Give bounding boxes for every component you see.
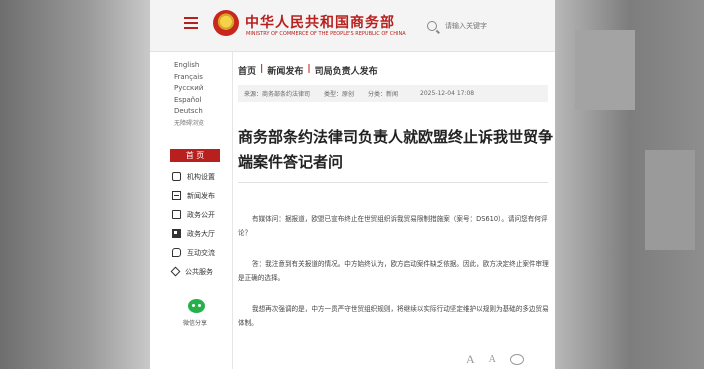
breadcrumb-home[interactable]: 首页	[238, 64, 256, 77]
breadcrumb-separator: |	[260, 64, 264, 74]
article-meta-bar: 来源：商务部条约法律司 类型：原创 分类：新闻 2025-12-04 17:08	[238, 85, 548, 102]
sidebar-item-label: 机构设置	[187, 172, 215, 181]
news-icon	[172, 191, 181, 200]
article-title: 商务部条约法律司负责人就欧盟终止诉我世贸争端案件答记者问	[238, 128, 554, 171]
national-emblem-logo	[213, 10, 239, 36]
sidebar-divider	[232, 52, 233, 369]
search-icon[interactable]	[427, 21, 437, 31]
sidebar-item-public-service[interactable]: 公共服务	[170, 262, 215, 281]
wechat-icon[interactable]	[188, 299, 205, 313]
gov-icon	[172, 210, 181, 219]
search-input[interactable]	[445, 22, 545, 30]
font-decrease-button[interactable]: A	[489, 354, 496, 365]
article-source: 来源：商务部条约法律司	[244, 91, 311, 98]
background-left	[0, 0, 150, 369]
article-category: 分类：新闻	[368, 91, 399, 98]
sidebar-nav: 机构设置 新闻发布 政务公开 政务大厅 互动交流 公共服务	[170, 167, 215, 281]
breadcrumb: 首页 | 新闻发布 | 司局负责人发布	[238, 64, 378, 77]
breadcrumb-news[interactable]: 新闻发布	[267, 64, 303, 77]
org-icon	[172, 172, 181, 181]
article-paragraph: 有媒体问：据报道，欧盟已宣布终止在世贸组织诉我贸易限制措施案（案号：DS610）…	[238, 215, 548, 237]
sidebar-item-label: 政务公开	[187, 210, 215, 219]
title-divider	[238, 182, 548, 183]
sidebar-item-hall[interactable]: 政务大厅	[172, 224, 215, 243]
article-type: 类型：原创	[324, 91, 355, 98]
public-icon	[170, 266, 181, 277]
language-list: English Français Русский Español Deutsch…	[174, 60, 204, 130]
chat-icon	[172, 248, 181, 257]
language-english[interactable]: English	[174, 60, 204, 72]
sidebar-item-label: 新闻发布	[187, 191, 215, 200]
article-paragraph: 我想再次强调的是，中方一贯严守世贸组织规则，将继续以实际行动坚定维护以规则为基础…	[238, 305, 549, 327]
breadcrumb-separator: |	[307, 64, 311, 74]
site-title: 中华人民共和国商务部	[245, 15, 395, 31]
language-spanish[interactable]: Español	[174, 95, 204, 107]
search-box[interactable]	[422, 16, 552, 36]
sidebar-item-label: 公共服务	[185, 267, 213, 276]
language-german[interactable]: Deutsch	[174, 106, 204, 118]
site-header: 中华人民共和国商务部 MINISTRY OF COMMERCE OF THE P…	[150, 0, 555, 52]
web-page: 中华人民共和国商务部 MINISTRY OF COMMERCE OF THE P…	[150, 0, 555, 369]
font-increase-button[interactable]: A	[466, 352, 475, 367]
wechat-label: 微信分享	[183, 320, 208, 327]
hall-icon	[172, 229, 181, 238]
background-right	[555, 0, 704, 369]
breadcrumb-dept-release[interactable]: 司局负责人发布	[315, 64, 378, 77]
sidebar-item-organization[interactable]: 机构设置	[172, 167, 215, 186]
wechat-share-icon[interactable]	[509, 354, 524, 365]
home-button[interactable]: 首 页	[170, 149, 220, 162]
language-french[interactable]: Français	[174, 72, 204, 84]
language-russian[interactable]: Русский	[174, 83, 204, 95]
sidebar-item-gov-info[interactable]: 政务公开	[172, 205, 215, 224]
sidebar-item-label: 互动交流	[187, 248, 215, 257]
sidebar-item-news[interactable]: 新闻发布	[172, 186, 215, 205]
article-paragraph: 答：我注意到有关报道的情况。中方始终认为，欧方启动案件缺乏依据。因此，欧方决定终…	[238, 260, 549, 282]
sidebar-item-label: 政务大厅	[187, 229, 215, 238]
site-subtitle: MINISTRY OF COMMERCE OF THE PEOPLE'S REP…	[246, 31, 406, 37]
menu-icon[interactable]	[184, 17, 198, 29]
accessibility-link[interactable]: 无障碍浏览	[174, 118, 204, 130]
article-tools: A A	[466, 352, 524, 367]
article-date: 2025-12-04 17:08	[420, 90, 475, 97]
sidebar-item-interaction[interactable]: 互动交流	[172, 243, 215, 262]
